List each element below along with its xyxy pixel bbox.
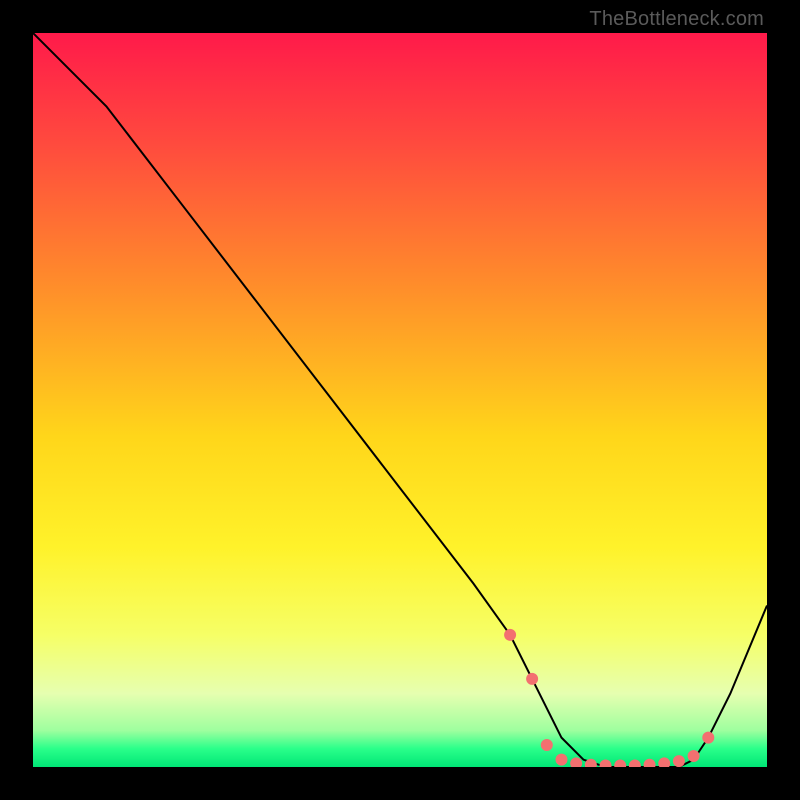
marker-dot bbox=[644, 759, 655, 767]
marker-dot bbox=[556, 754, 567, 765]
marker-dot bbox=[541, 739, 552, 750]
chart-background-gradient bbox=[33, 33, 767, 767]
marker-dot bbox=[571, 758, 582, 767]
marker-dot bbox=[600, 760, 611, 767]
chart-frame bbox=[33, 33, 767, 767]
marker-dot bbox=[688, 750, 699, 761]
attribution-text: TheBottleneck.com bbox=[589, 8, 764, 31]
marker-dot bbox=[659, 758, 670, 767]
marker-dot bbox=[615, 760, 626, 767]
marker-dot bbox=[629, 760, 640, 767]
marker-dot bbox=[585, 759, 596, 767]
marker-dot bbox=[505, 629, 516, 640]
marker-dot bbox=[703, 732, 714, 743]
bottleneck-chart bbox=[33, 33, 767, 767]
marker-dot bbox=[527, 673, 538, 684]
marker-dot bbox=[673, 756, 684, 767]
